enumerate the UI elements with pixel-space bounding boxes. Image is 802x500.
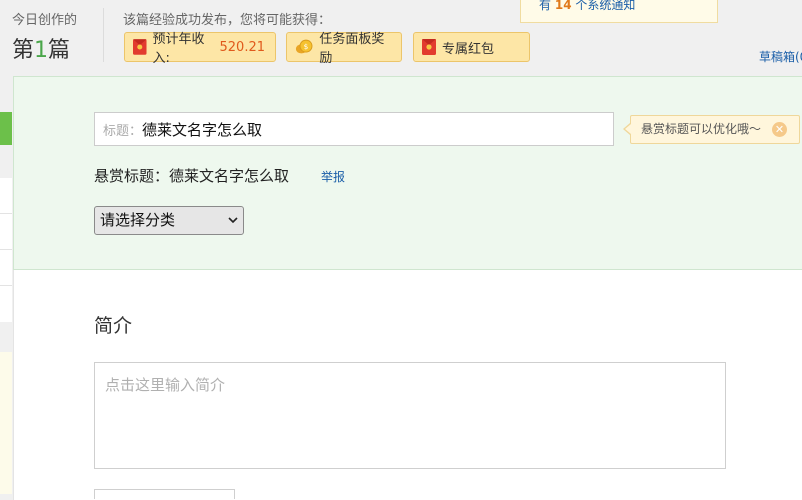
bounty-title: 悬赏标题：德莱文名字怎么取 [94,167,290,185]
category-select[interactable]: 请选择分类 [94,206,244,235]
sidebar-fragment-lower [0,352,12,494]
red-envelope-icon [422,39,436,55]
title-input-prefix: 标题： [103,123,143,139]
report-link[interactable]: 举报 [321,168,345,185]
publish-message: 该篇经验成功发布，您将可能获得： [123,13,332,28]
intro-heading: 简介 [94,315,133,337]
created-count: 第1篇 [12,32,70,64]
coin-icon: $ [295,39,313,54]
reward-red-packet[interactable]: 专属红包 [413,32,530,62]
intro-placeholder: 点击这里输入简介 [105,376,226,394]
sidebar-divider [0,213,12,214]
next-field-fragment[interactable] [94,489,235,499]
sidebar-fragment [0,178,12,322]
header-divider [103,8,104,62]
reward-income-label: 预计年收入: [152,32,205,66]
red-envelope-icon [133,39,147,55]
chevron-down-icon [228,207,238,244]
reward-income-value: 520.21 [219,39,266,55]
notice-count: 14 [554,0,572,12]
close-icon[interactable]: ✕ [772,122,787,137]
sidebar-active-marker [0,112,12,145]
svg-text:$: $ [304,42,309,51]
count-number: 1 [34,38,49,63]
intro-textarea[interactable]: 点击这里输入简介 [94,362,726,469]
hint-arrow-inner [625,124,631,134]
notice-pre: 有 [539,0,552,12]
title-input[interactable]: 标题： 德莱文名字怎么取 [94,112,614,146]
system-notice-popup[interactable]: 有 14 个系统通知 [520,0,718,23]
today-created-label: 今日创作的 [12,13,78,28]
sidebar-divider [0,285,12,286]
notice-post: 个系统通知 [571,0,636,12]
count-prefix: 第 [12,38,35,63]
title-input-value: 德莱文名字怎么取 [142,120,263,139]
category-select-value: 请选择分类 [100,211,176,229]
reward-task-label: 任务面板奖励 [319,32,385,66]
drafts-link[interactable]: 草稿箱(0 [759,48,802,65]
reward-task-panel[interactable]: $ 任务面板奖励 [286,32,402,66]
count-suffix: 篇 [48,38,71,63]
sidebar-divider [0,249,12,250]
reward-annual-income[interactable]: 预计年收入: 520.21 [124,32,276,66]
reward-packet-label: 专属红包 [442,41,495,57]
